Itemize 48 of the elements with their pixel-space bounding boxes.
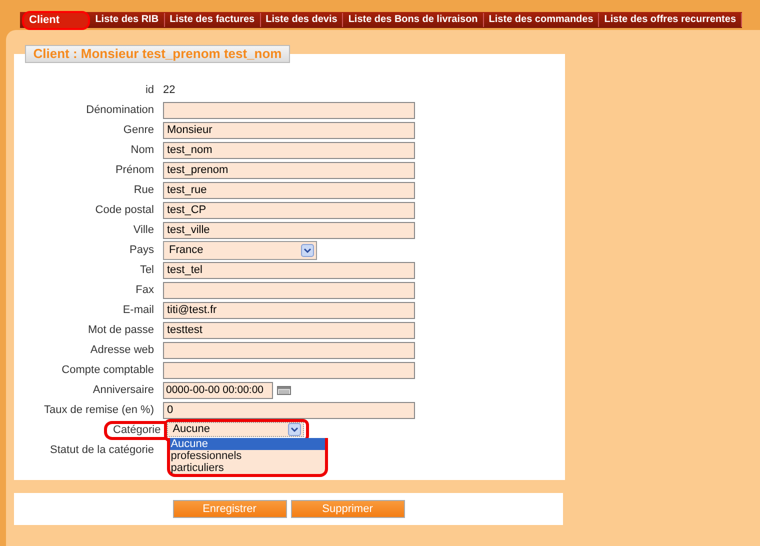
input-field[interactable] — [163, 342, 415, 358]
category-select[interactable]: Aucune — [166, 422, 304, 436]
field-label: Compte comptable — [60, 364, 154, 376]
input-field[interactable]: test_prenom — [163, 162, 415, 178]
field-label: Nom — [130, 144, 154, 156]
dropdown-option[interactable]: professionnels — [170, 450, 325, 462]
tab[interactable]: Liste des Bons de livraison — [343, 13, 484, 27]
input-field[interactable]: titi@test.fr — [163, 302, 415, 318]
input-field[interactable]: 0 — [163, 402, 415, 418]
dropdown-option[interactable]: particuliers — [170, 462, 325, 474]
tab[interactable]: Liste des commandes — [484, 13, 600, 27]
input-field[interactable] — [163, 102, 415, 118]
input-field[interactable] — [163, 282, 415, 298]
tab[interactable]: Client — [22, 10, 90, 30]
panel-title: Client : Monsieur test_prenom test_nom — [25, 45, 290, 63]
tab[interactable]: Liste des offres recurrentes — [599, 13, 742, 27]
field-label: Tel — [138, 264, 154, 276]
field-label: id — [144, 84, 154, 96]
field-value: 22 — [163, 84, 176, 96]
field-label: Genre — [122, 124, 154, 136]
calendar-icon[interactable] — [277, 386, 291, 394]
tab[interactable]: Liste des factures — [164, 13, 261, 27]
field-label: Taux de remise (en %) — [42, 404, 154, 416]
field-label: Rue — [132, 184, 154, 196]
field-label: Code postal — [94, 204, 154, 216]
field-label: E-mail — [122, 304, 154, 316]
field-label: Adresse web — [89, 344, 154, 356]
field-label: Mot de passe — [86, 324, 154, 336]
country-select[interactable]: France — [163, 240, 317, 260]
field-label: Dénomination — [85, 104, 154, 116]
input-field[interactable]: test_CP — [163, 202, 415, 218]
input-field[interactable] — [163, 362, 415, 378]
input-field[interactable]: test_tel — [163, 262, 415, 278]
field-label: Prénom — [114, 164, 154, 176]
dropdown-option[interactable]: Aucune — [170, 438, 325, 450]
input-field[interactable]: testtest — [163, 322, 415, 338]
tab[interactable]: Liste des RIB — [90, 13, 165, 27]
field-label: Fax — [134, 284, 154, 296]
input-field[interactable]: test_nom — [163, 142, 415, 158]
field-label: Ville — [132, 224, 154, 236]
field-label: Statut de la catégorie — [49, 444, 154, 456]
input-field[interactable]: Monsieur — [163, 122, 415, 138]
tab[interactable]: Liste des devis — [260, 13, 344, 27]
input-field[interactable]: test_ville — [163, 222, 415, 238]
date-field[interactable]: 0000-00-00 00:00:00 — [163, 382, 273, 398]
input-field[interactable]: test_rue — [163, 182, 415, 198]
field-label: Pays — [128, 244, 154, 256]
field-label: Anniversaire — [92, 384, 154, 396]
